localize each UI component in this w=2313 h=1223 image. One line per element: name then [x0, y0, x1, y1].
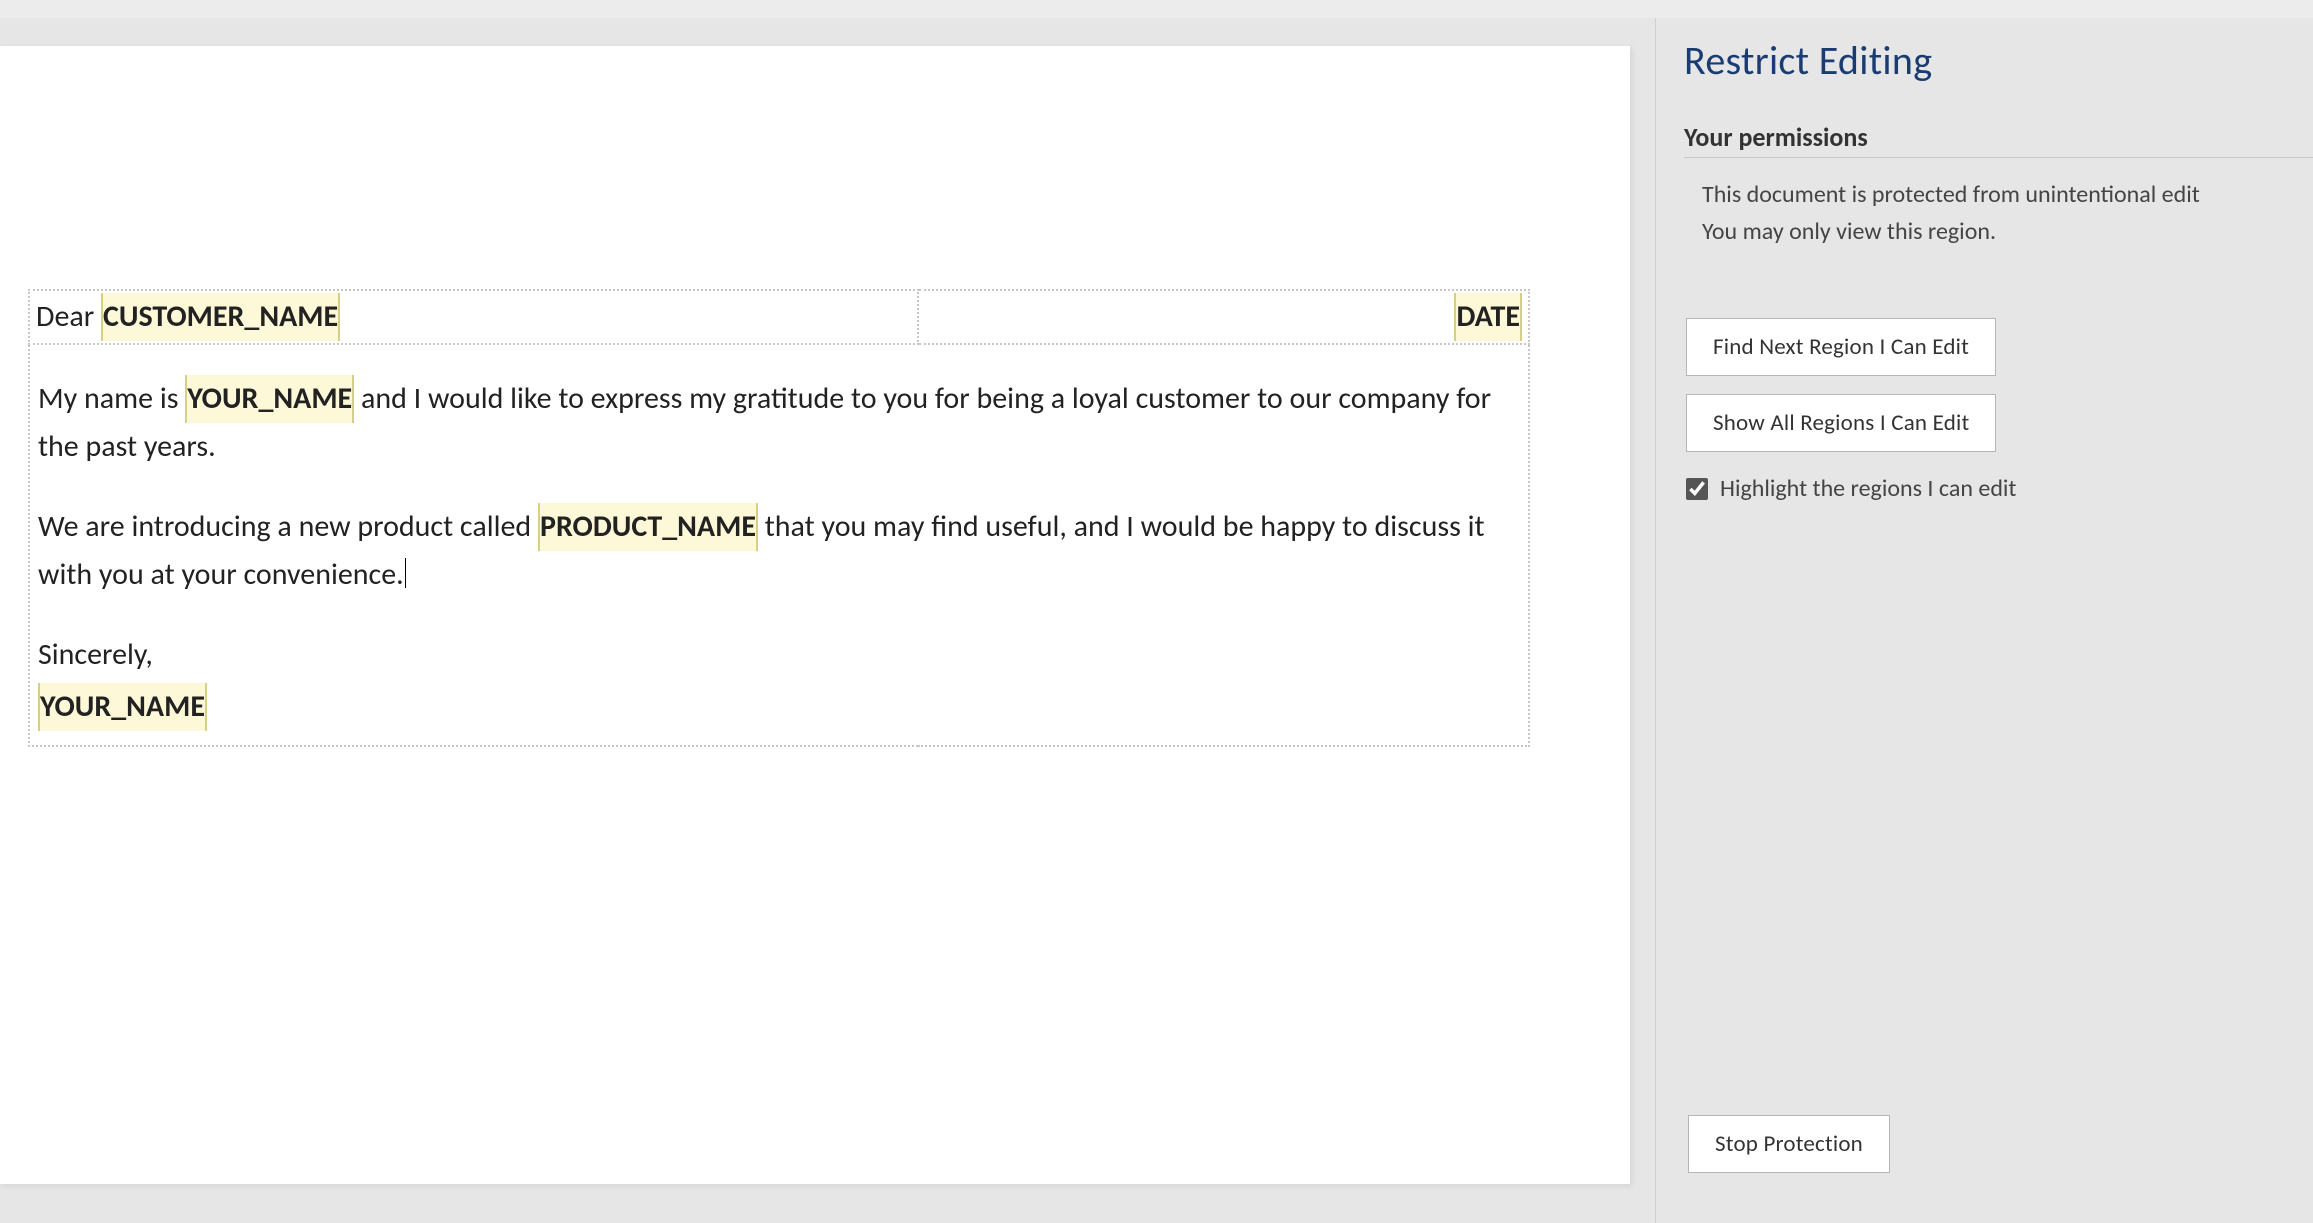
divider	[1684, 157, 2313, 158]
table-header-row: Dear CUSTOMER_NAME DATE	[29, 290, 1529, 344]
restrict-editing-pane: Restrict Editing Your permissions This d…	[1655, 18, 2313, 1223]
region-buttons: Find Next Region I Can Edit Show All Reg…	[1684, 318, 2313, 470]
permissions-line1: This document is protected from unintent…	[1702, 176, 2313, 213]
main-area: Dear CUSTOMER_NAME DATE My name is YOUR_…	[0, 18, 2313, 1223]
table-body-row: My name is YOUR_NAME and I would like to…	[29, 344, 1529, 746]
show-all-regions-button[interactable]: Show All Regions I Can Edit	[1686, 394, 1996, 452]
signature-line: YOUR_NAME	[38, 683, 1520, 731]
closing-text: Sincerely,	[38, 636, 153, 673]
text-caret	[405, 558, 406, 588]
permissions-line2: You may only view this region.	[1702, 213, 2313, 250]
pane-title: Restrict Editing	[1684, 36, 2313, 85]
letter-body-cell[interactable]: My name is YOUR_NAME and I would like to…	[29, 344, 1529, 746]
canvas-bottom-strip	[0, 1184, 1655, 1208]
placeholder-product-name[interactable]: PRODUCT_NAME	[538, 503, 758, 551]
stop-protection-button[interactable]: Stop Protection	[1688, 1115, 1890, 1173]
document-page[interactable]: Dear CUSTOMER_NAME DATE My name is YOUR_…	[0, 46, 1630, 1184]
p2-pre: We are introducing a new product called	[38, 508, 538, 545]
find-next-region-button[interactable]: Find Next Region I Can Edit	[1686, 318, 1996, 376]
permissions-text: This document is protected from unintent…	[1702, 176, 2313, 250]
placeholder-your-name-signature[interactable]: YOUR_NAME	[38, 683, 207, 731]
paragraph-2: We are introducing a new product called …	[38, 503, 1520, 599]
letter-table: Dear CUSTOMER_NAME DATE My name is YOUR_…	[28, 289, 1530, 747]
highlight-checkbox-row: Highlight the regions I can edit	[1686, 474, 2313, 503]
p1-pre: My name is	[38, 380, 185, 417]
placeholder-your-name-inline[interactable]: YOUR_NAME	[185, 375, 354, 423]
highlight-regions-checkbox[interactable]	[1686, 478, 1708, 500]
placeholder-customer-name[interactable]: CUSTOMER_NAME	[101, 293, 340, 341]
app-top-strip	[0, 0, 2313, 18]
stop-protection-wrap: Stop Protection	[1686, 1115, 1890, 1191]
greeting-prefix: Dear	[36, 298, 101, 335]
paragraph-1: My name is YOUR_NAME and I would like to…	[38, 375, 1520, 471]
placeholder-date[interactable]: DATE	[1454, 293, 1522, 341]
greeting-cell[interactable]: Dear CUSTOMER_NAME	[29, 290, 918, 344]
highlight-regions-label[interactable]: Highlight the regions I can edit	[1720, 474, 2016, 503]
closing-line: Sincerely,	[38, 631, 1520, 679]
date-cell[interactable]: DATE	[918, 290, 1529, 344]
permissions-header: Your permissions	[1684, 121, 2313, 153]
document-canvas: Dear CUSTOMER_NAME DATE My name is YOUR_…	[0, 18, 1655, 1223]
canvas-gap	[0, 18, 1655, 46]
